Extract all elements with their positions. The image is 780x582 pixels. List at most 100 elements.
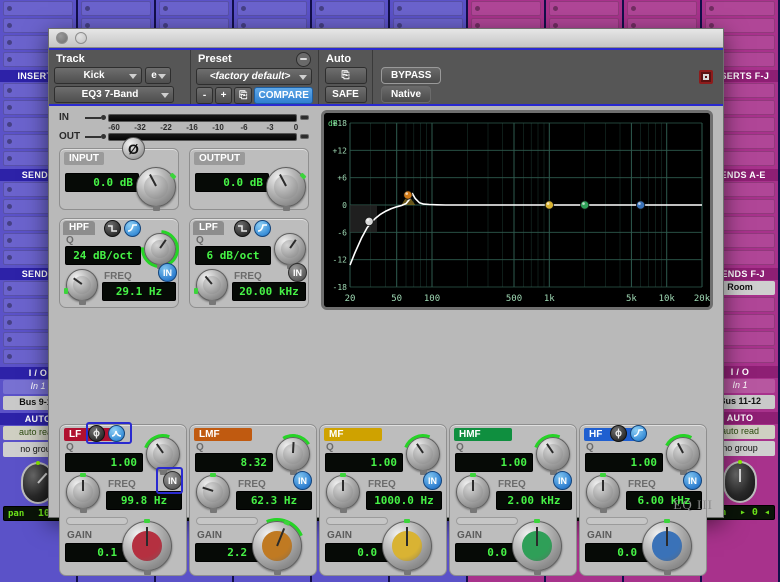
hpf-shape-button-2[interactable]	[124, 220, 141, 237]
hmf-freq-label: FREQ	[498, 479, 526, 490]
output-value[interactable]: 0.0 dB	[195, 173, 269, 192]
hmf-freq-knob[interactable]	[456, 473, 490, 513]
lpf-slope-value[interactable]: 6 dB/oct	[195, 246, 271, 265]
safe-button[interactable]: SAFE	[324, 86, 367, 103]
lmf-q-knob[interactable]	[269, 430, 317, 478]
eq-graph-svg: dB+18+12+60-6-12-1820 50 100 500 1k 5k 10k 20k	[324, 113, 710, 307]
lpf-shape-button-1[interactable]	[234, 220, 251, 237]
hf-shape-button-1[interactable]	[610, 425, 627, 442]
hf-q-knob[interactable]	[657, 428, 709, 480]
mf-in-button[interactable]: IN	[423, 471, 442, 490]
target-icon[interactable]	[699, 70, 713, 84]
mf-q-knob[interactable]	[396, 427, 450, 481]
automation-icon-button[interactable]: ⎘	[324, 67, 367, 84]
insert-slot[interactable]	[471, 1, 541, 16]
output-gain-knob[interactable]	[266, 167, 307, 211]
hpf-shape-button-1[interactable]	[104, 220, 121, 237]
bypass-column: BYPASS Native	[373, 50, 689, 104]
lf-in-button[interactable]: IN	[163, 471, 182, 490]
insert-slot[interactable]	[3, 1, 73, 16]
preset-save-icon[interactable]: ⎘	[234, 87, 253, 104]
preset-selector[interactable]: <factory default>	[196, 68, 312, 85]
lf-freq-knob[interactable]	[66, 473, 100, 513]
mf-gain-knob[interactable]	[382, 519, 432, 575]
lpf-shape-button-2[interactable]	[254, 220, 271, 237]
insert-slot[interactable]	[393, 1, 463, 16]
hf-shape-button-2[interactable]	[630, 425, 647, 442]
track-selector[interactable]: Kick	[54, 67, 142, 84]
insert-slot[interactable]	[705, 1, 775, 16]
out-meter-label: OUT	[59, 131, 81, 142]
graph-xtick: 10k	[659, 294, 676, 304]
input-gain-knob[interactable]	[136, 167, 177, 211]
lmf-freq-value[interactable]: 62.3 Hz	[236, 491, 312, 510]
hmf-q-value[interactable]: 1.00	[455, 453, 533, 472]
mf-freq-value[interactable]: 1000.0 Hz	[366, 491, 442, 510]
track-edit-button[interactable]: e	[145, 67, 171, 84]
eq3-plugin-window: Track Kick e EQ3 7-Band Preset <factory …	[48, 28, 724, 582]
meter-scale-tick: -16	[186, 123, 198, 132]
insert-slot[interactable]	[315, 1, 385, 16]
hmf-gain-knob[interactable]	[512, 519, 562, 575]
mf-freq-knob[interactable]	[326, 473, 360, 513]
graph-xtick: 20	[345, 294, 356, 304]
close-icon[interactable]	[56, 32, 68, 44]
eq-response-graph[interactable]: dB +18 +12 +6 0 -6 -12 -18 20 50 100 500 1k 5k 10k 20k	[321, 110, 713, 310]
lmf-freq-knob[interactable]	[196, 473, 230, 513]
insert-slot[interactable]	[81, 1, 151, 16]
hmf-q-knob[interactable]	[526, 427, 580, 481]
lpf-freq-knob[interactable]	[194, 269, 228, 305]
hf-in-button[interactable]: IN	[683, 471, 702, 490]
insert-slot[interactable]	[159, 1, 229, 16]
bypass-button[interactable]: BYPASS	[381, 67, 442, 84]
mf-band-panel: MF Q 1.00 FREQ 1000.0 Hz IN GAIN 0.0 dB	[319, 424, 450, 576]
lf-q-label: Q	[66, 442, 74, 453]
hpf-in-button[interactable]: IN	[158, 263, 177, 282]
track-column-title: Track	[56, 52, 85, 65]
hpf-freq-value[interactable]: 29.1 Hz	[102, 282, 176, 301]
hf-freq-knob[interactable]	[586, 473, 620, 513]
hf-gain-label: GAIN	[587, 530, 612, 541]
hmf-in-button[interactable]: IN	[553, 471, 572, 490]
lf-freq-value[interactable]: 99.8 Hz	[106, 491, 182, 510]
hmf-band-label: HMF	[454, 428, 512, 441]
compare-button[interactable]: COMPARE	[254, 87, 313, 104]
hf-gain-knob[interactable]	[642, 519, 692, 575]
lf-shape-button-2[interactable]	[108, 425, 125, 442]
out-clip-indicator[interactable]	[300, 134, 309, 139]
mf-q-value[interactable]: 1.00	[325, 453, 403, 472]
hpf-slope-value[interactable]: 24 dB/oct	[65, 246, 141, 265]
phase-invert-icon[interactable]: Ø	[122, 137, 145, 160]
lmf-gain-knob[interactable]	[240, 509, 314, 582]
meter-scale-tick: -6	[240, 123, 248, 132]
minimize-icon[interactable]	[75, 32, 87, 44]
preset-next-button[interactable]: +	[215, 87, 232, 104]
lpf-freq-value[interactable]: 20.00 kHz	[232, 282, 306, 301]
insert-slot[interactable]	[237, 1, 307, 16]
graph-xtick: 50	[391, 294, 402, 304]
plugin-selector[interactable]: EQ3 7-Band	[54, 86, 174, 103]
lpf-in-button[interactable]: IN	[288, 263, 307, 282]
hpf-freq-knob[interactable]	[64, 269, 98, 305]
in-clip-indicator[interactable]	[300, 115, 309, 120]
lmf-in-button[interactable]: IN	[293, 471, 312, 490]
preset-menu-icon[interactable]	[296, 51, 311, 67]
lf-q-knob[interactable]	[136, 427, 190, 481]
lmf-q-value[interactable]: 8.32	[195, 453, 273, 472]
input-value[interactable]: 0.0 dB	[65, 173, 139, 192]
preset-prev-button[interactable]: -	[196, 87, 213, 104]
insert-slot[interactable]	[549, 1, 619, 16]
graph-ytick: +18	[333, 119, 348, 128]
lf-q-value[interactable]: 1.00	[65, 453, 143, 472]
graph-ytick: -12	[333, 256, 348, 265]
lf-shape-button-1[interactable]	[88, 425, 105, 442]
hmf-freq-value[interactable]: 2.00 kHz	[496, 491, 572, 510]
lpf-slope-knob[interactable]	[274, 233, 306, 269]
hpf-slope-knob[interactable]	[133, 222, 187, 276]
hmf-q-label: Q	[456, 442, 464, 453]
lf-freq-label: FREQ	[108, 479, 136, 490]
hf-q-value[interactable]: 1.00	[585, 453, 663, 472]
insert-slot[interactable]	[627, 1, 697, 16]
lf-gain-knob[interactable]	[122, 519, 172, 575]
pan-knob[interactable]	[723, 460, 757, 503]
